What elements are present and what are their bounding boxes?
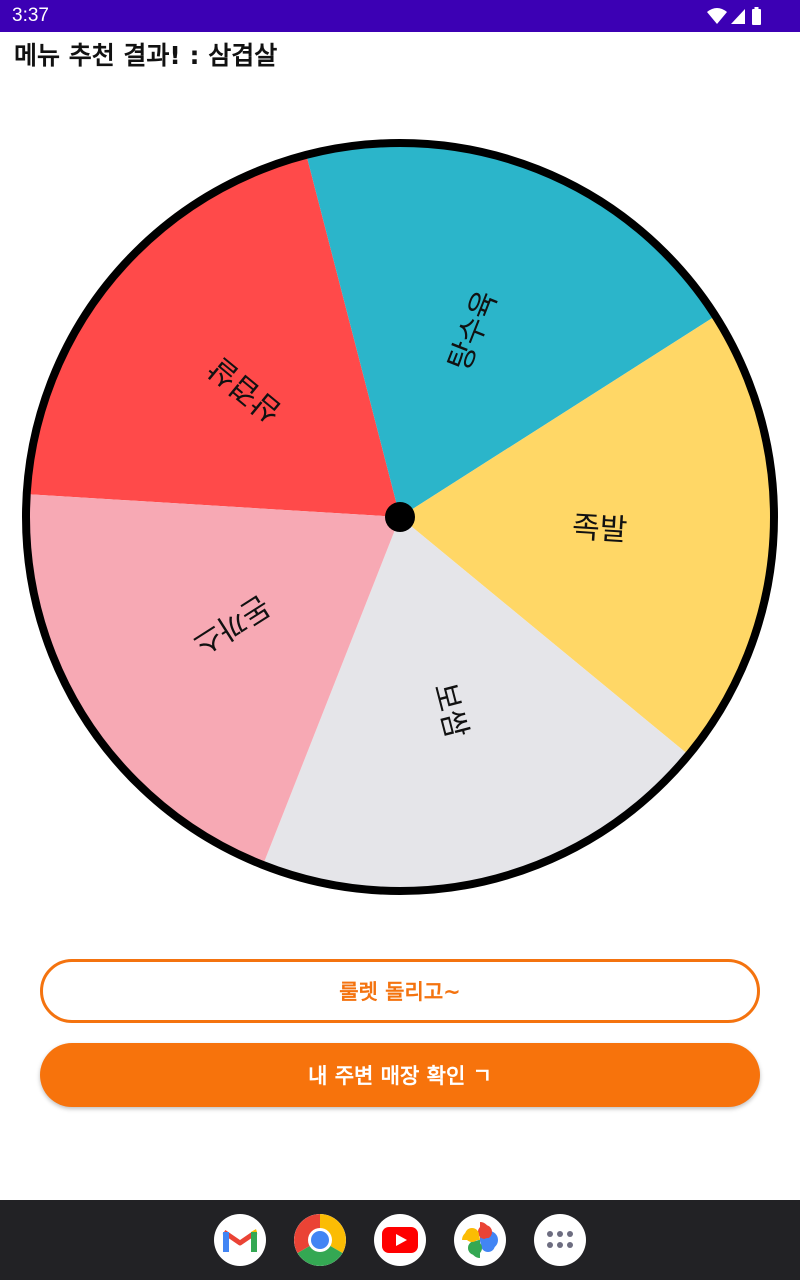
gmail-icon[interactable] — [214, 1214, 266, 1266]
photos-icon[interactable] — [454, 1214, 506, 1266]
wheel-center-pin — [385, 502, 415, 532]
cellular-icon — [731, 9, 745, 24]
battery-icon — [752, 9, 761, 25]
page-title: 메뉴 추천 결과! : 삼겹살 — [14, 41, 278, 70]
wheel-slice-label: 족발 — [571, 510, 628, 548]
app-drawer-icon[interactable] — [534, 1214, 586, 1266]
spin-roulette-button[interactable]: 룰렛 돌리고~ — [40, 959, 760, 1023]
roulette-wheel[interactable]: 삼겹살탕수육족발보쌈돈까스 — [0, 110, 800, 930]
wifi-icon — [707, 8, 727, 24]
status-icons — [707, 7, 761, 25]
status-time: 3:37 — [12, 5, 49, 26]
youtube-icon[interactable] — [374, 1214, 426, 1266]
status-bar: 3:37 — [0, 0, 800, 32]
nearby-stores-button[interactable]: 내 주변 매장 확인 ㄱ — [40, 1043, 760, 1107]
chrome-icon[interactable] — [294, 1214, 346, 1266]
